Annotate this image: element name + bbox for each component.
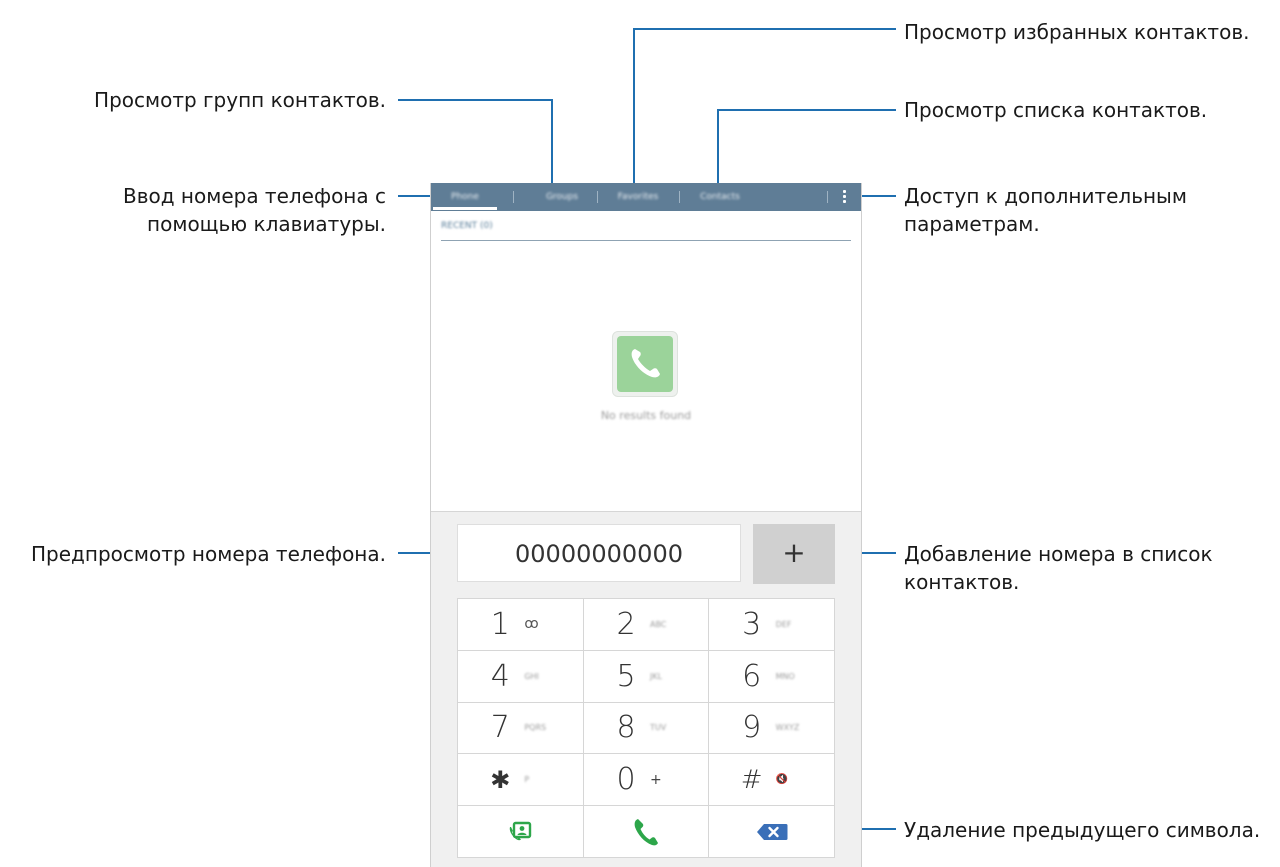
key-digit: ✱ — [490, 765, 511, 794]
key-8[interactable]: 8 TUV — [583, 702, 709, 754]
tab-divider — [679, 191, 680, 203]
key-3[interactable]: 3 DEF — [709, 599, 834, 650]
annotation-add-line2: контактов. — [904, 570, 1020, 594]
key-digit: 5 — [616, 658, 636, 694]
annotation-more-line2: параметрам. — [904, 212, 1040, 236]
annotation-more-options: Доступ к дополнительным параметрам. — [904, 182, 1187, 238]
callout-groups-v — [551, 99, 553, 188]
key-digit: 0 — [616, 762, 636, 798]
annotation-groups: Просмотр групп контактов. — [94, 88, 386, 112]
key-letters: WXYZ — [775, 723, 800, 733]
annotation-delete: Удаление предыдущего символа. — [904, 818, 1261, 842]
callout-contacts-v — [717, 109, 719, 188]
key-digit: 7 — [490, 710, 510, 746]
tab-groups[interactable]: Groups — [527, 183, 597, 211]
tab-divider — [513, 191, 514, 203]
annotation-preview: Предпросмотр номера телефона. — [31, 542, 386, 566]
dialpad-area: 00000000000 + 1 ꝏ 2 ABC 3 DEF 4 GHI 5 JK… — [431, 511, 861, 867]
key-hash[interactable]: # 🔇 — [709, 754, 834, 806]
tab-divider — [827, 191, 828, 203]
voicemail-icon: ꝏ — [524, 616, 539, 633]
backspace-icon[interactable] — [709, 806, 834, 857]
annotation-more-line1: Доступ к дополнительным — [904, 184, 1187, 208]
key-2[interactable]: 2 ABC — [583, 599, 709, 650]
key-7[interactable]: 7 PQRS — [458, 702, 583, 754]
key-letters: P — [524, 775, 530, 785]
keypad: 1 ꝏ 2 ABC 3 DEF 4 GHI 5 JKL 6 MNO 7 PQRS… — [457, 598, 835, 858]
key-0[interactable]: 0 + — [583, 754, 709, 806]
phone-screen: Phone Groups Favorites Contacts RECENT (… — [430, 183, 862, 867]
key-star[interactable]: ✱ P — [458, 754, 583, 806]
section-divider — [441, 240, 851, 241]
key-9[interactable]: 9 WXYZ — [709, 702, 834, 754]
tab-contacts[interactable]: Contacts — [683, 183, 757, 211]
callout-favorites-v — [633, 28, 635, 188]
no-results-text: No results found — [600, 409, 692, 422]
annotation-keypad-line1: Ввод номера телефона с — [122, 184, 386, 208]
key-letters: GHI — [524, 671, 539, 681]
callout-groups-h — [398, 99, 553, 101]
key-digit: 8 — [616, 710, 636, 746]
key-6[interactable]: 6 MNO — [709, 650, 834, 702]
add-to-contacts-icon[interactable] — [458, 806, 583, 857]
annotation-add-line1: Добавление номера в список — [904, 542, 1213, 566]
key-digit: 2 — [616, 606, 636, 642]
key-digit: 3 — [742, 606, 762, 642]
key-letters: TUV — [649, 723, 667, 733]
recent-section-label: RECENT (0) — [441, 221, 493, 231]
key-digit: 6 — [742, 658, 762, 694]
key-letters: JKL — [649, 671, 663, 681]
key-letters: MNO — [775, 671, 795, 681]
tab-active-indicator — [433, 207, 497, 210]
add-to-contacts-button[interactable]: + — [753, 524, 835, 584]
key-1[interactable]: 1 ꝏ — [458, 599, 583, 650]
call-icon[interactable] — [583, 806, 709, 857]
key-letters: ABC — [649, 619, 667, 629]
tab-favorites[interactable]: Favorites — [601, 183, 675, 211]
key-letters: PQRS — [524, 723, 547, 733]
annotation-keypad: Ввод номера телефона с помощью клавиатур… — [40, 182, 386, 238]
more-options-icon[interactable] — [839, 189, 849, 205]
annotation-add-contact: Добавление номера в список контактов. — [904, 540, 1213, 596]
callout-contacts-h — [717, 109, 896, 111]
key-4[interactable]: 4 GHI — [458, 650, 583, 702]
tab-divider — [597, 191, 598, 203]
annotation-favorites: Просмотр избранных контактов. — [904, 20, 1250, 44]
key-digit: 4 — [490, 658, 510, 694]
annotation-contacts-list: Просмотр списка контактов. — [904, 98, 1208, 122]
key-plus: + — [649, 771, 662, 788]
key-digit: 1 — [490, 606, 510, 642]
vibrate-mute-icon: 🔇 — [775, 774, 789, 786]
phone-number-field[interactable]: 00000000000 — [457, 524, 741, 582]
tab-bar: Phone Groups Favorites Contacts — [431, 183, 861, 211]
key-5[interactable]: 5 JKL — [583, 650, 709, 702]
key-letters: DEF — [775, 619, 792, 629]
callout-favorites-h — [633, 28, 896, 30]
key-digit: # — [740, 764, 763, 795]
annotation-keypad-line2: помощью клавиатуры. — [147, 212, 386, 236]
key-digit: 9 — [742, 710, 762, 746]
phone-handset-icon — [612, 331, 678, 397]
